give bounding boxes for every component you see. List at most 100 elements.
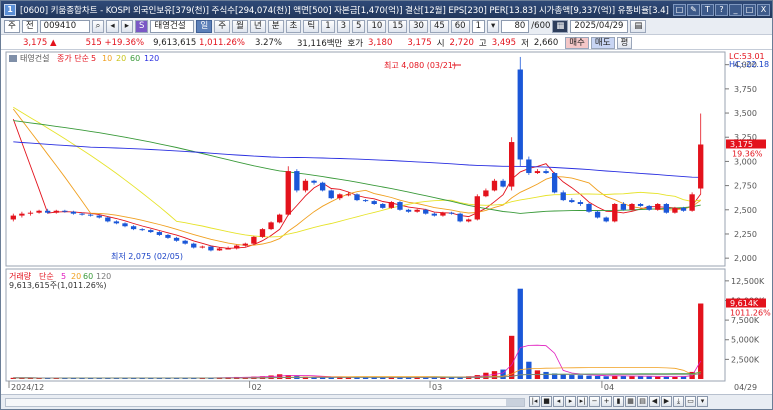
- date-input[interactable]: 2025/04/29: [570, 19, 629, 33]
- period-minute[interactable]: 분: [267, 19, 284, 33]
- scroll-down-icon[interactable]: ▾: [697, 396, 708, 407]
- stock-badge[interactable]: S: [134, 19, 149, 33]
- candle-body: [105, 217, 111, 222]
- interval-45[interactable]: 45: [429, 19, 449, 33]
- price-tick-label: 2,250: [734, 230, 757, 239]
- candle-body: [208, 246, 214, 251]
- stock-code-input[interactable]: 009410: [39, 19, 90, 33]
- current-price: 3,175: [23, 37, 48, 48]
- candle-body: [371, 201, 377, 204]
- candle-body: [448, 212, 455, 214]
- candle-body: [543, 171, 549, 174]
- volume-percent: 1,011.26%: [199, 37, 245, 48]
- volume-bar: [629, 376, 635, 379]
- price-volume-chart[interactable]: 4,0003,7503,5003,2503,0002,7502,5002,250…: [1, 51, 772, 394]
- next-arrow-icon[interactable]: ▸: [120, 19, 133, 33]
- layout-icon[interactable]: □: [673, 3, 686, 16]
- unit-select[interactable]: 1: [471, 19, 486, 33]
- prev-icon[interactable]: ◂: [553, 396, 564, 407]
- sell-button[interactable]: 매도: [590, 36, 615, 49]
- candle-body: [491, 180, 498, 191]
- stock-name-field[interactable]: 태영건설: [150, 19, 195, 33]
- period-day[interactable]: 일: [196, 19, 213, 33]
- ma-legend-60: 60: [130, 54, 140, 63]
- prev-arrow-icon[interactable]: ◂: [106, 19, 119, 33]
- period-year[interactable]: 년: [249, 19, 266, 33]
- volume-info: 9,613,615주(1,011.26%): [9, 281, 107, 290]
- vol-ma-legend-60: 60: [83, 272, 93, 281]
- interval-3[interactable]: 3: [336, 19, 351, 33]
- candle-body: [680, 207, 687, 211]
- ruler-icon[interactable]: ▭: [685, 396, 696, 407]
- bar-view-icon[interactable]: ▮: [613, 396, 624, 407]
- interval-30[interactable]: 30: [409, 19, 428, 33]
- interval-10[interactable]: 10: [367, 19, 387, 33]
- scroll-right-icon[interactable]: ▶: [661, 396, 672, 407]
- period-second[interactable]: 초: [285, 19, 302, 33]
- period-month[interactable]: 월: [232, 19, 248, 33]
- candle-body: [380, 203, 386, 208]
- zoom-in-icon[interactable]: +: [601, 396, 612, 407]
- first-icon[interactable]: |◂: [529, 396, 540, 407]
- ma-legend: 종가 단순: [57, 53, 89, 63]
- candle-body: [474, 196, 480, 220]
- candle-body: [672, 207, 678, 213]
- bid-price: 3,175: [407, 37, 432, 48]
- zoom-out-icon[interactable]: −: [589, 396, 600, 407]
- volume-bar: [646, 376, 652, 379]
- chevron-down-icon[interactable]: ▾: [487, 19, 500, 33]
- candle-body: [36, 210, 42, 213]
- text-icon[interactable]: T: [701, 3, 714, 16]
- candle-body: [689, 194, 695, 211]
- volume-tick-label: 12,500K: [731, 277, 765, 286]
- line-view-icon[interactable]: ▤: [637, 396, 648, 407]
- type-select[interactable]: 전: [21, 19, 38, 33]
- close-button[interactable]: X: [757, 3, 770, 16]
- calendar-icon[interactable]: ▦: [552, 19, 569, 33]
- maximize-button[interactable]: □: [743, 3, 756, 16]
- stock-legend: 태영건설: [20, 53, 49, 63]
- vol-ma-legend: 단순: [39, 271, 54, 281]
- candle-body: [173, 237, 180, 241]
- chart-scrollbar[interactable]: [5, 398, 525, 407]
- market-select[interactable]: 주: [4, 19, 20, 33]
- period-week[interactable]: 주: [214, 19, 231, 33]
- count-input[interactable]: 80: [501, 19, 530, 33]
- period-tick[interactable]: 틱: [303, 19, 320, 33]
- candle-body: [277, 214, 283, 223]
- date-axis: 2024/12 02 03 04 04/29: [8, 381, 757, 392]
- collapse-icon[interactable]: [9, 55, 17, 62]
- candle-body: [509, 142, 515, 187]
- calendar-pick-icon[interactable]: ▤: [630, 19, 647, 33]
- stop-icon[interactable]: ■: [541, 396, 552, 407]
- vol-ma-legend-20: 20: [71, 272, 81, 281]
- scroll-left-icon[interactable]: ◀: [649, 396, 660, 407]
- volume-bar: [586, 375, 592, 379]
- candle-body: [457, 213, 463, 222]
- search-icon[interactable]: ⌕: [91, 19, 105, 33]
- candle-body: [319, 182, 326, 191]
- buy-button[interactable]: 매수: [565, 36, 589, 49]
- help-icon[interactable]: ?: [715, 3, 728, 16]
- eval-button[interactable]: 평: [616, 36, 633, 49]
- interval-15[interactable]: 15: [388, 19, 408, 33]
- candle-body: [70, 211, 77, 214]
- candle-body: [302, 180, 309, 191]
- price-change: 515: [85, 37, 102, 48]
- export-icon[interactable]: ⤓: [673, 396, 684, 407]
- open-price: 2,720: [449, 37, 474, 48]
- edit-icon[interactable]: ✎: [687, 3, 700, 16]
- scroll-thumb[interactable]: [506, 399, 524, 406]
- last-icon[interactable]: ▸|: [577, 396, 588, 407]
- volume-value: 9,613,615: [153, 37, 197, 48]
- minimize-button[interactable]: _: [729, 3, 742, 16]
- window-controls: □ ✎ T ? _ □ X: [673, 3, 770, 16]
- interval-1[interactable]: 1: [321, 19, 335, 33]
- next-icon[interactable]: ▸: [565, 396, 576, 407]
- volume-pane[interactable]: [5, 268, 726, 382]
- grid-view-icon[interactable]: ▦: [625, 396, 636, 407]
- interval-5[interactable]: 5: [352, 19, 366, 33]
- interval-60[interactable]: 60: [450, 19, 470, 33]
- chart-area[interactable]: 4,000 3,750 3,500 3,250 3,000 2,750 2,500 2,250…: [1, 51, 772, 394]
- candle-body: [285, 171, 291, 215]
